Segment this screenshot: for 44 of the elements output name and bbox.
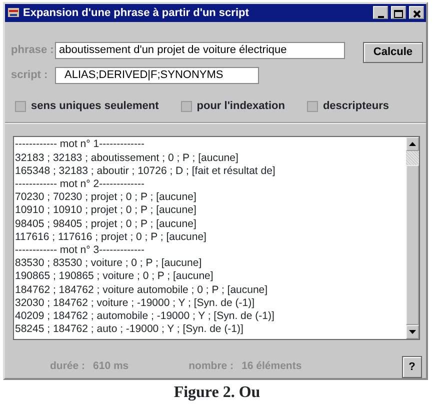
maximize-icon [394,10,403,18]
result-line: 10910 ; 10910 ; projet ; 0 ; P ; [aucune] [15,204,198,218]
scrollbar[interactable] [406,137,419,339]
result-line: 98405 ; 98405 ; projet ; 0 ; P ; [aucune] [15,218,198,231]
script-field[interactable]: ALIAS;DERIVED|F;SYNONYMS [55,66,259,84]
maximize-button[interactable] [391,6,406,20]
scroll-thumb[interactable] [406,165,419,325]
phrase-field[interactable]: aboutissement d'un projet de voiture électrique [55,42,345,59]
checkbox[interactable] [15,100,26,112]
checkbox[interactable] [306,100,318,112]
result-line: 184762 ; 184762 ; voiture automobile ; 0 ; P ; [aucune] [15,284,269,297]
figure-caption: Figure 2. Ou [172,384,262,402]
checkbox[interactable] [180,100,192,112]
result-line: 117616 ; 117616 ; projet ; 0 ; P ; [aucune] [15,230,208,244]
close-icon [412,10,420,18]
result-line: 70230 ; 70230 ; projet ; 0 ; P ; [aucune] [15,191,198,204]
result-line: 40209 ; 184762 ; automobile ; -19000 ; Y ; [Syn. de (-1)] [15,310,276,324]
result-line: 58245 ; 184762 ; auto ; -19000 ; Y ; [Syn. de (-1)] [15,323,244,336]
checkbox-label: pour l'indexation [196,98,285,114]
field-label: script : [11,68,49,84]
status-label: durée : [50,359,86,374]
app-icon [7,6,20,20]
field-label: phrase : [11,43,55,58]
result-line: 165348 ; 32183 ; aboutir ; 10726 ; D ; [fait et résultat de] [15,164,276,178]
result-line: ------------ mot n° 3------------- [15,244,146,258]
minimize-button[interactable] [373,6,388,20]
result-line: ------------ mot n° 1------------- [15,138,146,152]
close-button[interactable] [409,6,424,20]
scroll-down-icon [409,330,416,334]
checkbox-label: sens uniques seulement [31,98,159,114]
minimize-icon [378,16,384,18]
result-line: ------------ mot n° 2------------- [15,178,146,192]
status-value: 16 éléments [242,359,302,374]
help-button[interactable]: ? [402,356,422,378]
result-line: 83530 ; 83530 ; voiture ; 0 ; P ; [aucune] [15,257,203,270]
result-line: 32183 ; 32183 ; aboutissement ; 0 ; P ; [aucune] [15,152,240,165]
checkbox-label: descripteurs [322,98,389,114]
status-value: 610 ms [93,359,129,374]
result-line: 190865 ; 190865 ; voiture ; 0 ; P ; [aucune] [15,270,214,284]
scroll-up-icon [409,142,416,146]
result-line: 32030 ; 184762 ; voiture ; -19000 ; Y ; [Syn. de (-1)] [15,296,256,310]
window-title: Expansion d'une phrase à partir d'un script [23,6,250,21]
status-label: nombre : [188,359,234,374]
calculate-button[interactable]: Calcule [363,42,423,63]
